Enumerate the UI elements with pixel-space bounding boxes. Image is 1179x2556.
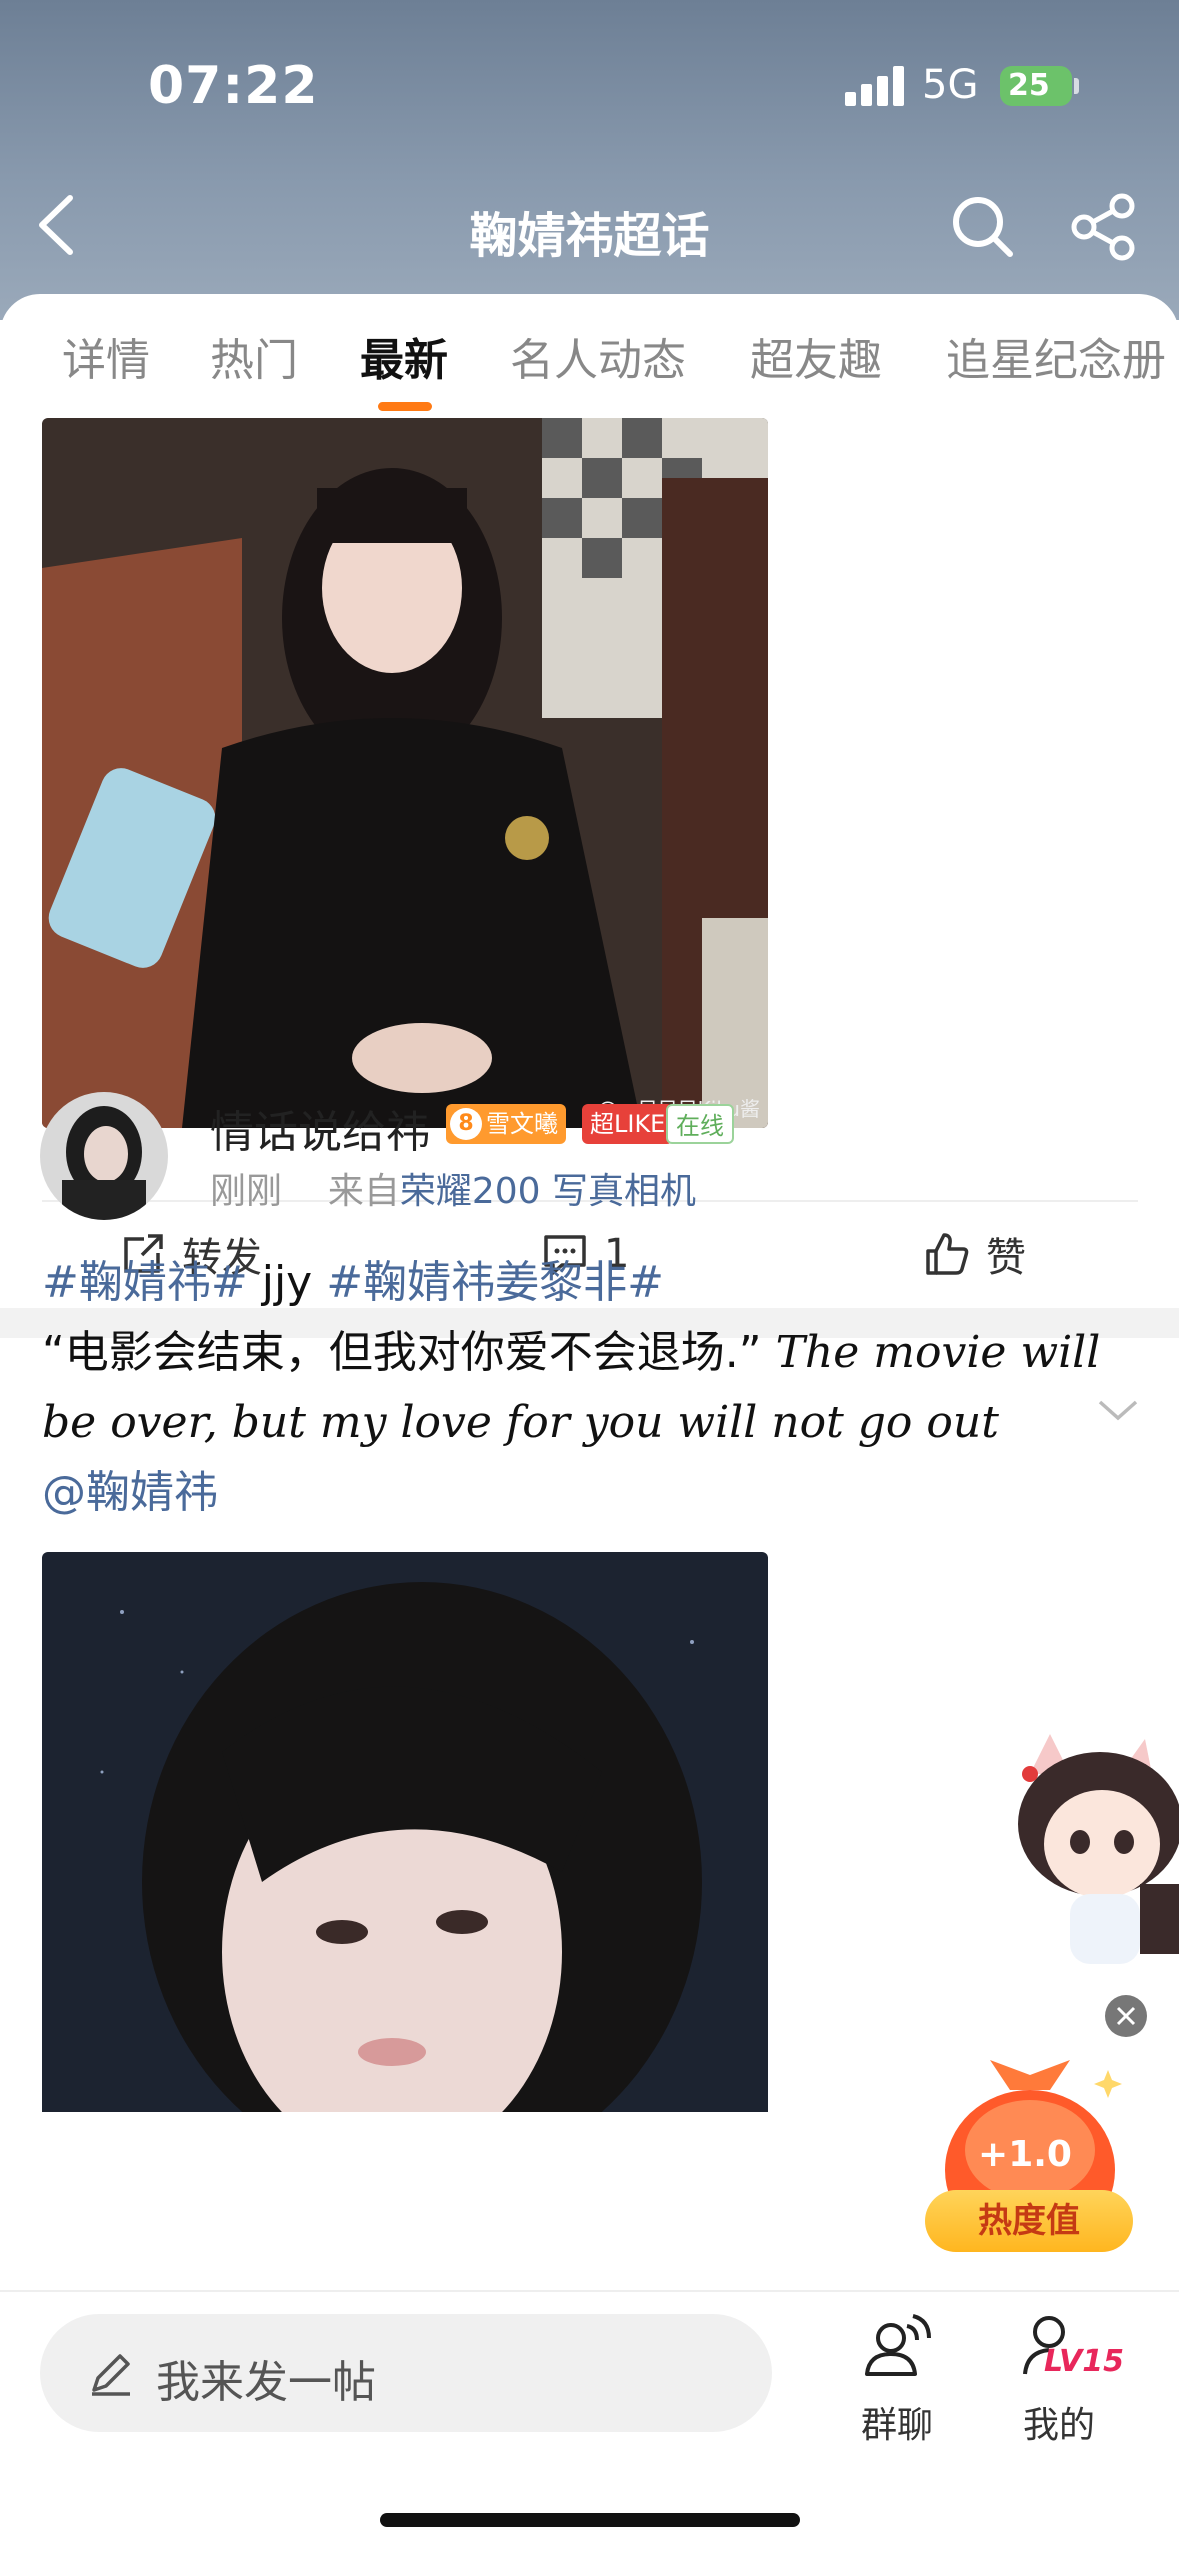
tab-bar: 详情 热门 最新 名人动态 超友趣 追星纪念册 — [0, 294, 1179, 414]
pencil-icon — [92, 2354, 130, 2396]
search-icon[interactable] — [948, 192, 1018, 262]
status-time: 07:22 — [148, 56, 319, 116]
group-chat-icon — [865, 2314, 931, 2376]
post-meta: 刚刚 来自荣耀200 写真相机 — [210, 1162, 696, 1214]
avatar[interactable] — [40, 1092, 168, 1220]
group-chat-button[interactable]: 群聊 — [832, 2308, 962, 2448]
home-indicator[interactable] — [380, 2513, 800, 2527]
tab-celebrity[interactable]: 名人动态 — [510, 324, 686, 388]
battery-icon: 25 — [1000, 66, 1072, 106]
network-type: 5G — [922, 62, 979, 108]
fan-club-name: 雪文曦 — [486, 1110, 558, 1138]
mine-label: 我的 — [1022, 2405, 1095, 2446]
header: 07:22 5G 25 鞠婧祎超话 — [0, 0, 1179, 320]
post-body: #鞠婧祎# jjy #鞠婧祎姜黎非# “电影会结束，但我对你爱不会退场.” Th… — [42, 1248, 1142, 1528]
post-photo[interactable]: @一只只只Kiku酱 — [42, 418, 768, 1128]
share-icon[interactable] — [1070, 192, 1140, 262]
fan-level: 8 — [450, 1108, 482, 1140]
hashtag[interactable]: #鞠婧祎姜黎非# — [326, 1257, 664, 1308]
super-like-badge[interactable]: 超LIKE — [582, 1104, 674, 1144]
tab-latest[interactable]: 最新 — [360, 324, 448, 388]
mascot-icon[interactable] — [970, 1734, 1179, 1964]
tab-fun[interactable]: 超友趣 — [750, 324, 882, 388]
tab-hot[interactable]: 热门 — [210, 324, 298, 388]
heat-value: +1.0 — [978, 2134, 1072, 2175]
mention-link[interactable]: @鞠婧祎 — [42, 1467, 218, 1518]
signal-icon — [845, 66, 907, 106]
close-icon[interactable] — [1105, 1995, 1147, 2037]
mine-button[interactable]: LV15 我的 — [994, 2308, 1124, 2448]
post-text-segment: jjy — [247, 1257, 327, 1308]
post-time: 刚刚 — [210, 1171, 283, 1212]
post-source[interactable]: 荣耀200 写真相机 — [400, 1171, 696, 1212]
fan-club-badge[interactable]: 8 雪文曦 — [446, 1104, 566, 1144]
hashtag[interactable]: #鞠婧祎# — [42, 1257, 248, 1308]
tab-details[interactable]: 详情 — [62, 324, 150, 388]
compose-placeholder: 我来发一帖 — [156, 2357, 376, 2408]
post-source-prefix: 来自 — [327, 1171, 400, 1212]
post-author[interactable]: 情话说给祎 — [210, 1096, 430, 1160]
post-quote: “电影会结束，但我对你爱不会退场.” — [42, 1327, 776, 1378]
battery-level: 25 — [1008, 68, 1050, 103]
heat-button[interactable]: 热度值 — [925, 2190, 1133, 2252]
post-photo[interactable] — [42, 1552, 768, 2112]
tab-memorial[interactable]: 追星纪念册 — [946, 324, 1166, 388]
online-badge: 在线 — [666, 1104, 734, 1144]
battery-cap — [1074, 78, 1079, 94]
group-chat-label: 群聊 — [860, 2405, 933, 2446]
compose-input[interactable]: 我来发一帖 — [40, 2314, 772, 2432]
level-badge: LV15 — [1044, 2344, 1124, 2379]
active-tab-indicator — [378, 402, 432, 411]
